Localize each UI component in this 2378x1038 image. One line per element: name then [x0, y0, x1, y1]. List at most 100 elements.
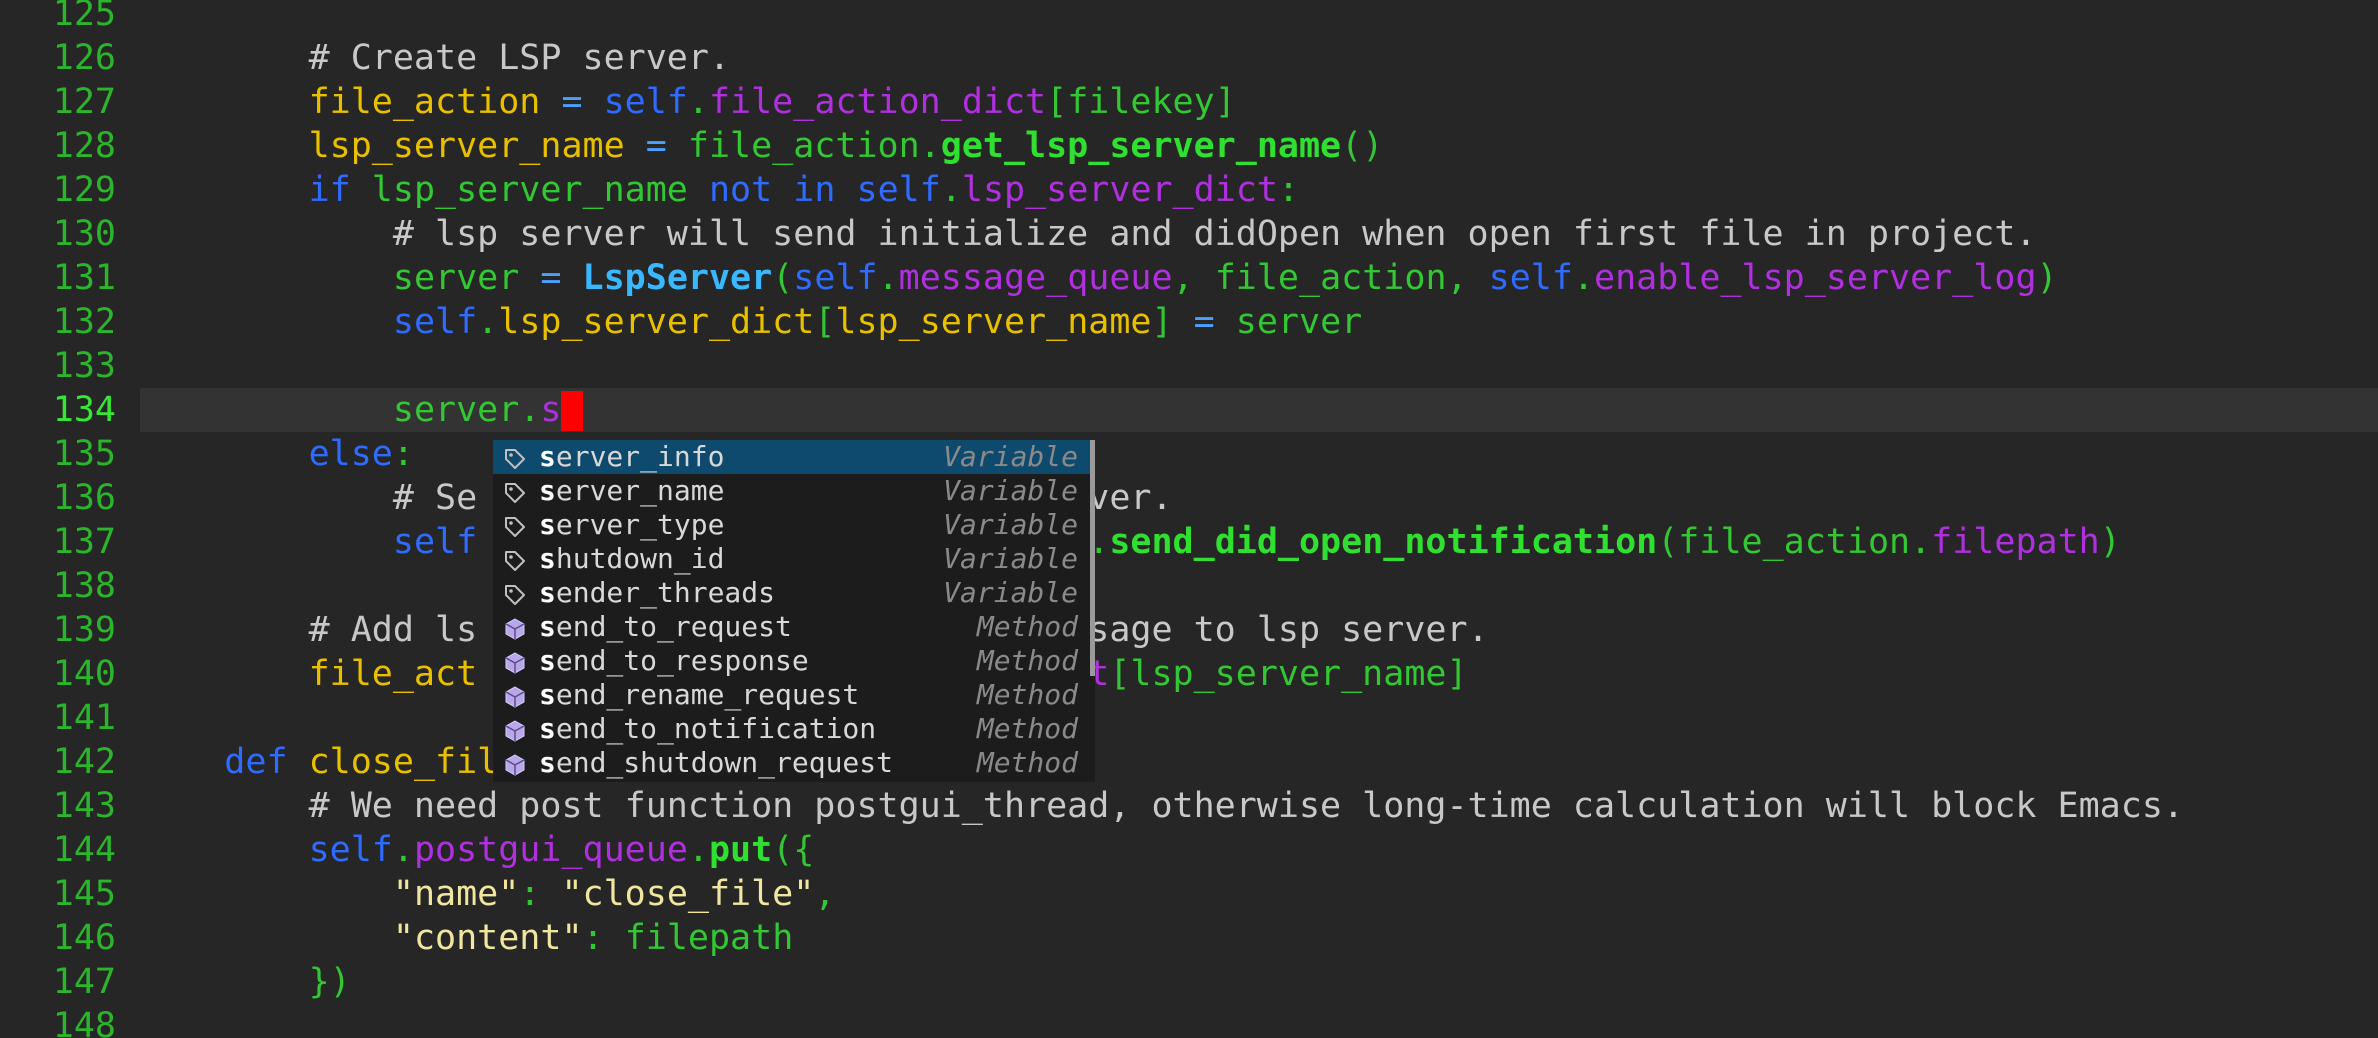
- code-token: [: [1046, 82, 1068, 122]
- line-number: 138: [52, 566, 116, 606]
- code-line[interactable]: 135 else:: [0, 432, 2378, 476]
- completion-scrollbar[interactable]: [1090, 440, 1095, 676]
- code-token: enable_lsp_server_log: [1594, 258, 2037, 298]
- code-text: server = LspServer(self.message_queue, f…: [140, 258, 2058, 298]
- code-token: server: [392, 258, 520, 298]
- completion-item[interactable]: send_to_request Method: [493, 610, 1090, 644]
- line-number: 144: [52, 830, 116, 870]
- code-editor[interactable]: 125 126 # Create LSP server. 127 file_acti…: [0, 0, 2378, 1038]
- completion-rest: erver_info: [555, 440, 725, 473]
- code-token: lsp_server_name: [835, 302, 1152, 342]
- tag-icon: [503, 547, 527, 571]
- code-token: :: [1277, 170, 1300, 210]
- code-line[interactable]: 140 file_act erver_dict[lsp_server_name]: [0, 652, 2378, 696]
- code-token: # Add ls: [308, 610, 478, 650]
- code-token: .: [392, 830, 414, 870]
- completion-item[interactable]: send_to_response Method: [493, 644, 1090, 678]
- completion-kind: Variable: [943, 508, 1078, 541]
- code-line[interactable]: 143 # We need post function postgui_thre…: [0, 784, 2378, 828]
- completion-popup[interactable]: server_info Variable server_name Variable se…: [493, 440, 1095, 782]
- code-text: "name": "close_file",: [140, 874, 836, 914]
- completion-item[interactable]: send_shutdown_request Method: [493, 746, 1090, 780]
- code-token: ,: [814, 874, 836, 914]
- code-line[interactable]: 128 lsp_server_name = file_action.get_ls…: [0, 124, 2378, 168]
- code-token: (): [1341, 126, 1384, 166]
- code-token: self: [1488, 258, 1573, 298]
- code-token: (: [772, 258, 794, 298]
- code-token: [: [814, 302, 836, 342]
- completion-rest: ender_threads: [555, 576, 776, 609]
- code-line[interactable]: 138: [0, 564, 2378, 608]
- completion-match: s: [539, 678, 556, 711]
- code-line[interactable]: 126 # Create LSP server.: [0, 36, 2378, 80]
- code-line[interactable]: 136 # Se LSP server.: [0, 476, 2378, 520]
- line-number: 134: [52, 390, 116, 430]
- code-token: ): [2036, 258, 2058, 298]
- cube-icon: [503, 751, 527, 776]
- code-text: # Create LSP server.: [140, 38, 730, 78]
- code-token: lsp_server_name: [308, 126, 625, 166]
- completion-kind: Method: [976, 712, 1078, 745]
- completion-item[interactable]: server_type Variable: [493, 508, 1090, 542]
- code-line[interactable]: 137 self _name].send_did_open_notificati…: [0, 520, 2378, 564]
- code-line[interactable]: 147 }): [0, 960, 2378, 1004]
- code-text: server.s: [140, 390, 584, 431]
- completion-kind: Method: [976, 678, 1078, 711]
- code-line[interactable]: 132 self.lsp_server_dict[lsp_server_name…: [0, 300, 2378, 344]
- code-line[interactable]: 146 "content": filepath: [0, 916, 2378, 960]
- completion-item[interactable]: shutdown_id Variable: [493, 542, 1090, 576]
- line-number: 147: [52, 962, 116, 1002]
- completion-label: sender_threads: [539, 576, 775, 610]
- completion-rest: hutdown_id: [555, 542, 725, 575]
- code-line[interactable]: 142 def close_fil: [0, 740, 2378, 784]
- completion-item[interactable]: server_info Variable: [493, 440, 1090, 474]
- line-number: 130: [52, 214, 116, 254]
- code-line[interactable]: 125: [0, 0, 2378, 36]
- code-token: self: [392, 522, 478, 562]
- code-line[interactable]: 139 # Add ls send message to lsp server.: [0, 608, 2378, 652]
- cube-icon: [503, 717, 527, 742]
- line-number: 136: [52, 478, 116, 518]
- code-token: put: [708, 830, 773, 870]
- code-line[interactable]: 131 server = LspServer(self.message_queu…: [0, 256, 2378, 300]
- code-token: if: [308, 170, 351, 210]
- code-text: self.postgui_queue.put({: [140, 830, 815, 870]
- code-token: LspServer: [582, 258, 773, 298]
- code-line[interactable]: 148: [0, 1004, 2378, 1038]
- code-token: else: [308, 434, 393, 474]
- completion-rest: erver_name: [555, 474, 725, 507]
- cube-icon: [503, 683, 527, 708]
- code-line[interactable]: 144 self.postgui_queue.put({: [0, 828, 2378, 872]
- completion-item[interactable]: send_to_notification Method: [493, 712, 1090, 746]
- code-line[interactable]: 129 if lsp_server_name not in self.lsp_s…: [0, 168, 2378, 212]
- line-number: 135: [52, 434, 116, 474]
- code-token: self: [793, 258, 878, 298]
- code-text: # We need post function postgui_thread, …: [140, 786, 2184, 826]
- completion-item[interactable]: send_rename_request Method: [493, 678, 1090, 712]
- completion-match: s: [539, 576, 556, 609]
- code-token: "close_file": [561, 874, 815, 914]
- code-token: file_action: [687, 126, 920, 166]
- completion-item[interactable]: sender_threads Variable: [493, 576, 1090, 610]
- cube-icon: [503, 649, 527, 674]
- line-number: 127: [52, 82, 116, 122]
- code-line[interactable]: 127 file_action = self.file_action_dict[…: [0, 80, 2378, 124]
- code-line[interactable]: 134 server.s: [53, 388, 2378, 432]
- code-line[interactable]: 145 "name": "close_file",: [0, 872, 2378, 916]
- completion-match: s: [539, 712, 556, 745]
- completion-item[interactable]: server_name Variable: [493, 474, 1090, 508]
- code-line[interactable]: 133: [0, 344, 2378, 388]
- tag-icon: [503, 513, 527, 537]
- completion-kind: Variable: [943, 474, 1078, 507]
- code-line[interactable]: 130 # lsp server will send initialize an…: [0, 212, 2378, 256]
- code-line[interactable]: 141: [0, 696, 2378, 740]
